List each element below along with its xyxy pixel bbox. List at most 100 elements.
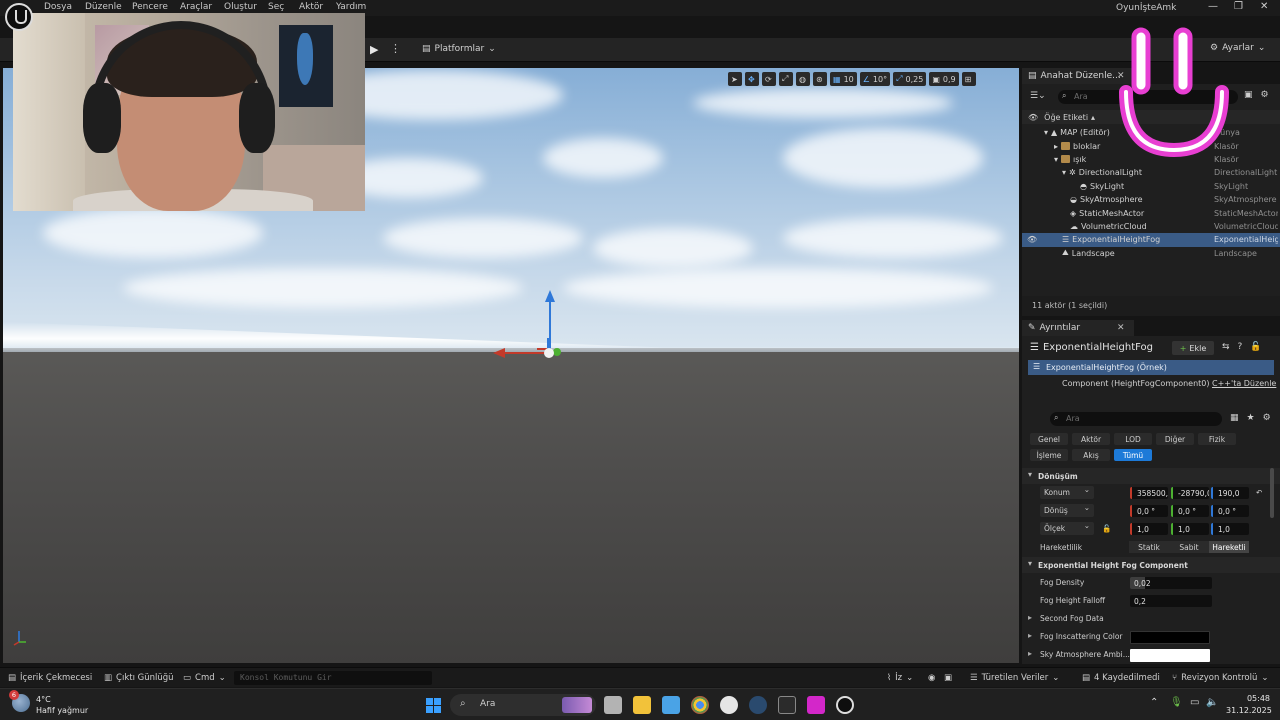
gizmo-x-axis[interactable]: [503, 352, 549, 354]
expand-icon[interactable]: ▸: [1054, 142, 1058, 151]
add-folder-icon[interactable]: ▣: [1244, 90, 1253, 100]
record-icon[interactable]: ◉: [928, 673, 935, 683]
help-icon[interactable]: ?: [1238, 342, 1243, 352]
platforms-button[interactable]: ▤ Platformlar ⌄: [422, 44, 496, 54]
gizmo-center[interactable]: [544, 348, 554, 358]
windows-start-icon[interactable]: [426, 698, 441, 713]
tree-row[interactable]: ◈ StaticMeshActor StaticMeshActor: [1022, 206, 1280, 219]
camera-speed-button[interactable]: ▣ 0,9: [929, 72, 959, 86]
network-icon[interactable]: ▭: [1190, 697, 1199, 708]
settings-icon[interactable]: ⚙: [1261, 90, 1269, 100]
epic-games-icon[interactable]: [778, 696, 796, 714]
rotation-z-field[interactable]: 0,0 °: [1211, 505, 1249, 517]
weather-widget[interactable]: 6 4°C Hafif yağmur: [9, 690, 88, 716]
menu-tools[interactable]: Araçlar: [180, 2, 212, 12]
tree-row[interactable]: ☁ VolumetricCloud VolumetricCloud: [1022, 220, 1280, 233]
rotate-mode-icon[interactable]: ⟳: [762, 72, 776, 86]
visibility-icon[interactable]: 👁: [1027, 235, 1037, 244]
mobility-stationary[interactable]: Sabit: [1169, 541, 1209, 553]
settings-icon[interactable]: ⚙: [1263, 413, 1271, 423]
volume-icon[interactable]: 🔈: [1206, 697, 1218, 708]
unreal-logo-icon[interactable]: [5, 3, 33, 31]
column-label[interactable]: Öğe Etiketi: [1044, 113, 1088, 122]
rotation-y-field[interactable]: 0,0 °: [1171, 505, 1209, 517]
unsaved-button[interactable]: ▤ 4 Kaydedilmedi: [1082, 673, 1160, 683]
menu-select[interactable]: Seç: [268, 2, 284, 12]
table-view-icon[interactable]: ▦: [1230, 413, 1239, 423]
screenshot-icon[interactable]: ▣: [944, 673, 952, 683]
rotation-x-field[interactable]: 0,0 °: [1130, 505, 1168, 517]
tree-row[interactable]: ◒ SkyAtmosphere SkyAtmosphere: [1022, 193, 1280, 206]
category-lod[interactable]: LOD: [1114, 433, 1152, 445]
filter-icon[interactable]: ☰⌄: [1030, 91, 1046, 101]
gizmo-x-arrow[interactable]: [493, 348, 505, 358]
favorite-star-icon[interactable]: ★: [1247, 413, 1255, 423]
scale-y-field[interactable]: 1,0: [1171, 523, 1209, 535]
console-command-input[interactable]: Konsol Komutunu Gir: [234, 671, 432, 685]
scale-snap-button[interactable]: ⤢ 0,25: [893, 72, 927, 86]
streaming-app-icon[interactable]: [807, 696, 825, 714]
maximize-button[interactable]: ❐: [1234, 1, 1243, 12]
category-rendering[interactable]: İşleme: [1030, 449, 1068, 461]
collapse-icon[interactable]: ▾: [1054, 155, 1058, 164]
lock-icon[interactable]: 🔓: [1250, 342, 1261, 352]
category-streaming[interactable]: Akış: [1072, 449, 1110, 461]
menu-window[interactable]: Pencere: [132, 2, 168, 12]
details-search-input[interactable]: ⌕ Ara: [1050, 412, 1222, 426]
fog-component-section[interactable]: Exponential Height Fog Component: [1022, 557, 1280, 573]
github-icon[interactable]: [720, 696, 738, 714]
gizmo-y-axis[interactable]: [553, 348, 561, 356]
output-log-button[interactable]: ▥ Çıktı Günlüğü: [104, 673, 174, 683]
fog-density-field[interactable]: 0,02: [1130, 577, 1212, 589]
collapse-icon[interactable]: ▾: [1044, 128, 1048, 137]
tree-row[interactable]: ⛰ Landscape Landscape: [1022, 247, 1280, 260]
taskbar-search[interactable]: ⌕ Ara: [450, 694, 596, 716]
actor-name[interactable]: ExponentialHeightFog: [1043, 342, 1153, 353]
close-icon[interactable]: ✕: [1117, 323, 1125, 333]
clock[interactable]: 05:48 31.12.2025: [1226, 693, 1272, 717]
minimize-button[interactable]: —: [1208, 1, 1218, 12]
store-icon[interactable]: [662, 696, 680, 714]
mobility-movable[interactable]: Hareketli: [1209, 541, 1249, 553]
category-misc[interactable]: Diğer: [1156, 433, 1194, 445]
second-fog-row[interactable]: Second Fog Data: [1022, 610, 1280, 628]
inscattering-color-swatch[interactable]: [1130, 631, 1210, 644]
menu-edit[interactable]: Düzenle: [85, 2, 122, 12]
location-x-field[interactable]: 358500,0: [1130, 487, 1168, 499]
revision-control-button[interactable]: ⑂ Revizyon Kontrolü ⌄: [1172, 673, 1269, 683]
scale-z-field[interactable]: 1,0: [1211, 523, 1249, 535]
microphone-icon[interactable]: 🎙: [1170, 697, 1183, 708]
grid-snap-button[interactable]: ▦ 10: [830, 72, 857, 86]
blueprint-icon[interactable]: ⇆: [1222, 342, 1230, 352]
add-component-button[interactable]: + Ekle: [1172, 341, 1214, 355]
menu-file[interactable]: Dosya: [44, 2, 72, 12]
menu-help[interactable]: Yardım: [336, 2, 366, 12]
play-icon[interactable]: ▶: [370, 43, 382, 56]
content-drawer-button[interactable]: ▤ İçerik Çekmecesi: [8, 673, 92, 683]
menu-create[interactable]: Oluştur: [224, 2, 257, 12]
world-space-icon[interactable]: ◍: [796, 72, 810, 86]
file-explorer-icon[interactable]: [633, 696, 651, 714]
gizmo-z-axis[interactable]: [549, 296, 551, 350]
fog-falloff-field[interactable]: 0,2: [1130, 595, 1212, 607]
tree-row[interactable]: ◓ SkyLight SkyLight: [1022, 180, 1280, 193]
tray-chevron-icon[interactable]: ⌃: [1150, 697, 1158, 708]
location-y-field[interactable]: -28790,0: [1171, 487, 1209, 499]
layout-icon[interactable]: ⊞: [961, 72, 976, 86]
visibility-icon[interactable]: 👁: [1028, 113, 1038, 122]
rotation-snap-button[interactable]: ∠ 10°: [859, 72, 891, 86]
surface-snap-icon[interactable]: ⊛: [813, 72, 827, 86]
unreal-engine-icon[interactable]: [836, 696, 854, 714]
chrome-icon[interactable]: [691, 696, 709, 714]
derived-data-button[interactable]: ☰ Türetilen Veriler ⌄: [970, 673, 1059, 683]
scale-mode-icon[interactable]: ⤢: [779, 72, 793, 86]
collapse-icon[interactable]: ▾: [1062, 168, 1066, 177]
cmd-dropdown[interactable]: ▭ Cmd ⌄: [183, 673, 226, 683]
scale-x-field[interactable]: 1,0: [1130, 523, 1168, 535]
tree-row[interactable]: ▾ ✲ DirectionalLight DirectionalLight: [1022, 166, 1280, 179]
component-row[interactable]: Component (HeightFogComponent0): [1062, 379, 1210, 388]
more-options-icon[interactable]: ⋮: [390, 42, 401, 55]
mobility-static[interactable]: Statik: [1129, 541, 1169, 553]
reset-icon[interactable]: ↶: [1256, 488, 1262, 497]
scale-dropdown[interactable]: Ölçek: [1040, 521, 1094, 535]
